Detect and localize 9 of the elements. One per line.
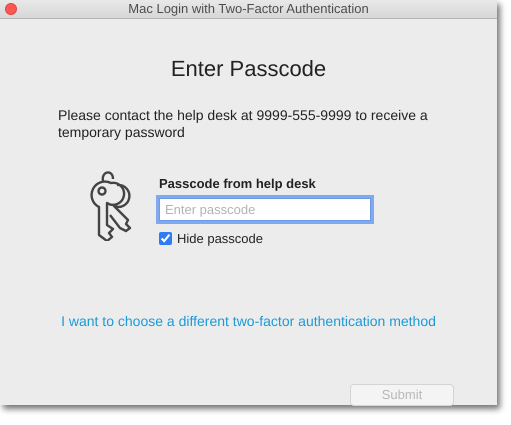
field-label: Passcode from help desk (159, 175, 317, 193)
hide-passcode-checkbox[interactable] (159, 232, 172, 245)
passcode-field[interactable]: Enter passcode (159, 198, 371, 220)
instruction-text: Please contact the help desk at 9999-555-9999 to receive a temporary password (58, 107, 429, 141)
close-button[interactable] (5, 3, 17, 15)
window-title: Mac Login with Two-Factor Authentication (128, 0, 369, 18)
checkbox-label: Hide passcode (177, 230, 263, 248)
heading: Enter Passcode (170, 55, 328, 83)
alternate-method-link[interactable]: I want to choose a different two-factor authentication method (61, 313, 436, 329)
